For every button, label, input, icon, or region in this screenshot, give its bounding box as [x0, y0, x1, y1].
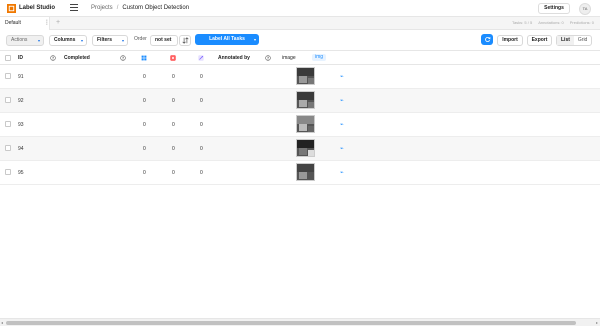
table-row[interactable]: 91 0 0 0 ⌁	[0, 65, 600, 89]
view-list-button[interactable]: List	[557, 36, 574, 45]
stat-tasks: Tasks: 5 / 5	[511, 20, 533, 25]
chevron-down-icon: ▾	[121, 38, 124, 43]
top-bar: Label Studio Projects / Custom Object Dete…	[0, 0, 600, 17]
image-thumbnail[interactable]	[296, 91, 315, 109]
cancelled-icon[interactable]	[170, 55, 176, 61]
row-checkbox[interactable]	[5, 73, 11, 79]
row-cancelled: 0	[172, 122, 175, 128]
row-predictions: 0	[200, 122, 203, 128]
table-row[interactable]: 93 0 0 0 ⌁	[0, 113, 600, 137]
row-checkbox[interactable]	[5, 97, 11, 103]
breadcrumb: Projects / Custom Object Detection	[91, 5, 189, 11]
image-thumbnail[interactable]	[296, 115, 315, 133]
table-row[interactable]: 95 0 0 0 ⌁	[0, 161, 600, 185]
breadcrumb-current-project[interactable]: Custom Object Detection	[122, 5, 189, 11]
waveform-icon[interactable]: ⌁	[340, 169, 344, 176]
import-button[interactable]: Import	[497, 35, 523, 46]
filters-label: Filters	[97, 37, 113, 43]
row-cancelled: 0	[172, 170, 175, 176]
label-all-tasks-button[interactable]: Label All Tasks ▾	[195, 34, 259, 45]
row-cancelled: 0	[172, 146, 175, 152]
order-label: Order	[134, 36, 147, 42]
refresh-icon	[484, 36, 490, 43]
waveform-icon[interactable]: ⌁	[340, 121, 344, 128]
row-cancelled: 0	[172, 74, 175, 80]
column-id[interactable]: ID	[18, 55, 23, 61]
brand-name[interactable]: Label Studio	[19, 5, 55, 11]
row-checkbox[interactable]	[5, 145, 11, 151]
row-total-annotations: 0	[143, 146, 146, 152]
scroll-right-icon[interactable]: ▸	[596, 320, 598, 325]
add-tab-button[interactable]: +	[56, 17, 60, 29]
filters-button[interactable]: Filters ▾	[92, 35, 128, 46]
label-all-tasks-label: Label All Tasks	[209, 36, 245, 42]
row-id: 95	[18, 170, 24, 176]
sort-direction-button[interactable]	[179, 35, 191, 46]
view-grid-button[interactable]: Grid	[574, 36, 591, 45]
row-id: 94	[18, 146, 24, 152]
image-type-badge: img	[312, 54, 327, 61]
stat-annotations: Annotations: 0	[538, 20, 564, 25]
row-total-annotations: 0	[143, 74, 146, 80]
row-id: 91	[18, 74, 24, 80]
logo-icon[interactable]	[7, 4, 16, 13]
predictions-icon[interactable]	[198, 55, 204, 61]
view-toggle: List Grid	[556, 35, 593, 46]
row-predictions: 0	[200, 74, 203, 80]
row-id: 92	[18, 98, 24, 104]
scrollbar-thumb[interactable]	[6, 321, 576, 325]
avatar[interactable]: TA	[579, 3, 591, 15]
actions-label: Actions	[11, 37, 28, 43]
table-header: ID Completed Annotated by image img	[0, 50, 600, 65]
row-total-annotations: 0	[143, 122, 146, 128]
row-predictions: 0	[200, 146, 203, 152]
row-total-annotations: 0	[143, 98, 146, 104]
total-annotations-icon[interactable]	[141, 55, 147, 61]
waveform-icon[interactable]: ⌁	[340, 145, 344, 152]
actions-button[interactable]: Actions ▾	[6, 35, 44, 46]
row-total-annotations: 0	[143, 170, 146, 176]
row-checkbox[interactable]	[5, 121, 11, 127]
tab-bar: Default ⋮ + Tasks: 5 / 5 Annotations: 0 Pr…	[0, 17, 600, 30]
horizontal-scrollbar[interactable]: ◂ ▸	[0, 318, 600, 326]
help-icon[interactable]	[265, 55, 271, 61]
chevron-down-icon: ▾	[80, 38, 83, 43]
waveform-icon[interactable]: ⌁	[340, 97, 344, 104]
column-annotated-by[interactable]: Annotated by	[218, 55, 250, 61]
task-stats: Tasks: 5 / 5 Annotations: 0 Predictions: 0	[506, 17, 594, 29]
export-button[interactable]: Export	[527, 35, 552, 46]
tab-menu-icon[interactable]: ⋮	[44, 17, 50, 29]
columns-button[interactable]: Columns ▾	[49, 35, 87, 46]
image-thumbnail[interactable]	[296, 67, 315, 85]
scroll-left-icon[interactable]: ◂	[1, 320, 3, 325]
row-predictions: 0	[200, 170, 203, 176]
image-thumbnail[interactable]	[296, 163, 315, 181]
settings-button[interactable]: Settings	[538, 3, 570, 14]
columns-label: Columns	[54, 37, 76, 43]
select-all-checkbox[interactable]	[5, 55, 11, 61]
column-completed[interactable]: Completed	[64, 55, 90, 61]
breadcrumb-projects[interactable]: Projects	[91, 5, 113, 11]
row-id: 93	[18, 122, 24, 128]
tab-default[interactable]: Default	[0, 17, 50, 30]
table-row[interactable]: 92 0 0 0 ⌁	[0, 89, 600, 113]
help-icon[interactable]	[50, 55, 56, 61]
table-row[interactable]: 94 0 0 0 ⌁	[0, 137, 600, 161]
row-cancelled: 0	[172, 98, 175, 104]
refresh-button[interactable]	[481, 34, 493, 45]
sort-icon	[182, 37, 189, 44]
chevron-down-icon: ▾	[253, 37, 256, 42]
image-thumbnail[interactable]	[296, 139, 315, 157]
order-select[interactable]: not set	[150, 35, 178, 46]
waveform-icon[interactable]: ⌁	[340, 73, 344, 80]
hamburger-icon[interactable]	[70, 4, 78, 12]
help-icon[interactable]	[120, 55, 126, 61]
breadcrumb-separator: /	[116, 5, 119, 11]
chevron-down-icon: ▾	[37, 38, 40, 43]
row-predictions: 0	[200, 98, 203, 104]
column-image[interactable]: image	[282, 55, 296, 61]
stat-predictions: Predictions: 0	[569, 20, 594, 25]
row-checkbox[interactable]	[5, 169, 11, 175]
